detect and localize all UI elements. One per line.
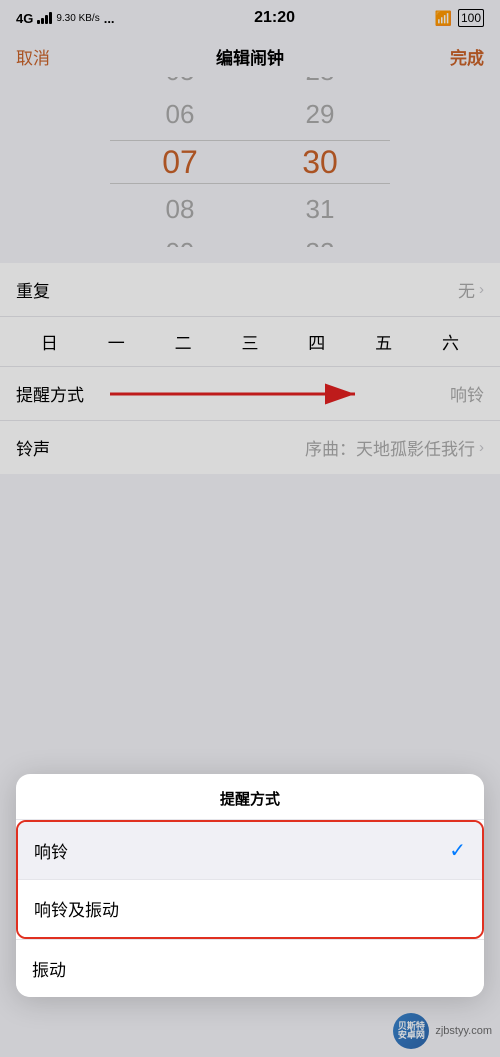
option-ring-vibrate[interactable]: 响铃及振动 xyxy=(18,880,482,937)
option-ring[interactable]: 响铃 ✓ xyxy=(18,822,482,879)
option-vibrate-label: 振动 xyxy=(32,956,66,981)
alert-style-modal: 提醒方式 响铃 ✓ 响铃及振动 振动 xyxy=(16,774,484,997)
modal-options-bordered: 响铃 ✓ 响铃及振动 xyxy=(16,820,484,939)
option-ring-label: 响铃 xyxy=(34,838,68,863)
option-vibrate[interactable]: 振动 xyxy=(16,939,484,997)
modal-title: 提醒方式 xyxy=(16,774,484,820)
checkmark-icon: ✓ xyxy=(449,838,466,863)
option-ring-vibrate-label: 响铃及振动 xyxy=(34,896,119,921)
